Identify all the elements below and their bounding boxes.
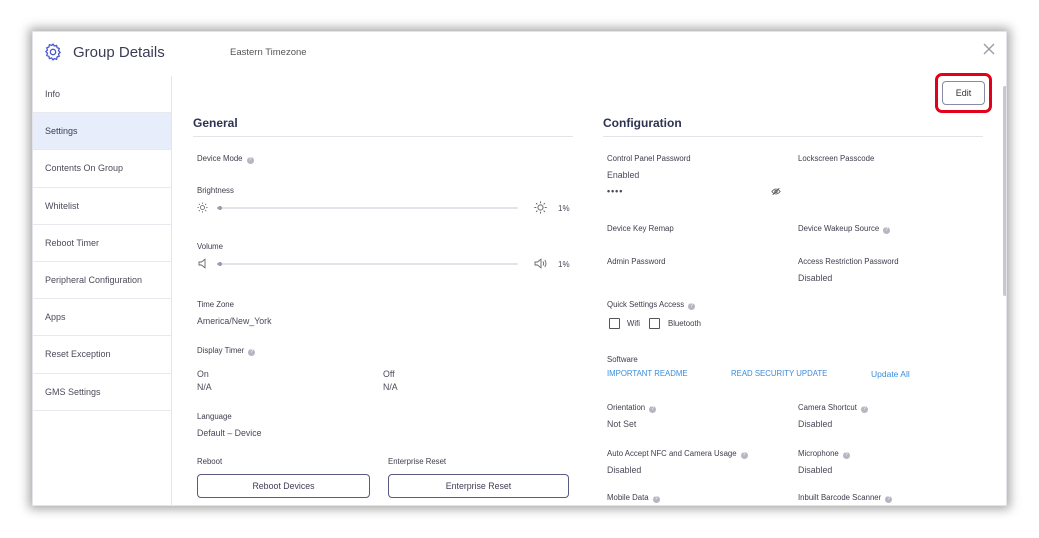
bluetooth-checkbox[interactable] (649, 318, 660, 329)
reboot-label: Reboot (197, 457, 223, 466)
general-section-title: General (193, 116, 238, 130)
orientation-label: Orientation? (607, 403, 657, 413)
help-icon[interactable]: ? (246, 157, 254, 164)
eye-slash-icon[interactable] (771, 187, 781, 196)
help-icon[interactable]: ? (842, 452, 850, 459)
gear-icon (44, 43, 62, 61)
device-key-remap-label: Device Key Remap (607, 224, 674, 233)
update-all-link[interactable]: Update All (871, 369, 910, 379)
microphone-label: Microphone? (798, 449, 850, 459)
sidebar-item-apps[interactable]: Apps (33, 299, 171, 337)
inbuilt-barcode-scanner-label: Inbuilt Barcode Scanner? (798, 493, 893, 503)
help-icon[interactable]: ? (860, 406, 868, 413)
configuration-divider (603, 136, 983, 137)
auto-accept-nfc-label: Auto Accept NFC and Camera Usage? (607, 449, 748, 459)
volume-value: 1% (558, 260, 570, 269)
speaker-icon (198, 258, 206, 269)
wifi-checkbox[interactable] (609, 318, 620, 329)
camera-shortcut-label: Camera Shortcut? (798, 403, 868, 413)
device-wakeup-source-label: Device Wakeup Source? (798, 224, 891, 234)
language-value: Default – Device (197, 428, 262, 438)
quick-settings-access-label: Quick Settings Access? (607, 300, 696, 310)
admin-password-label: Admin Password (607, 257, 666, 266)
help-icon[interactable]: ? (248, 349, 256, 356)
control-panel-password-label: Control Panel Password (607, 154, 691, 163)
sidebar-item-reset-exception[interactable]: Reset Exception (33, 336, 171, 374)
sidebar-item-contents-on-group[interactable]: Contents On Group (33, 150, 171, 188)
content-scrollbar[interactable] (1002, 86, 1006, 505)
mobile-data-label: Mobile Data? (607, 493, 660, 503)
sidebar-item-reboot-timer[interactable]: Reboot Timer (33, 225, 171, 262)
display-timer-on-value: N/A (197, 382, 212, 392)
edit-button[interactable]: Edit (942, 81, 985, 105)
volume-slider[interactable] (217, 262, 518, 266)
general-divider (193, 136, 573, 137)
display-timer-on-label: On (197, 369, 209, 379)
brightness-slider[interactable] (217, 206, 518, 210)
display-timer-off-value: N/A (383, 382, 398, 392)
volume-slider-thumb[interactable] (218, 262, 222, 266)
speaker-icon (534, 258, 547, 269)
lockscreen-passcode-label: Lockscreen Passcode (798, 154, 875, 163)
help-icon[interactable]: ? (688, 303, 696, 310)
display-timer-label: Display Timer? (197, 346, 256, 356)
help-icon[interactable]: ? (649, 406, 657, 413)
group-details-modal: Group Details Eastern Timezone Info Sett… (32, 31, 1007, 506)
sidebar-item-settings[interactable]: Settings (33, 113, 171, 151)
software-label: Software (607, 355, 638, 364)
brightness-label: Brightness (197, 186, 234, 195)
enterprise-reset-label: Enterprise Reset (388, 457, 447, 466)
help-icon[interactable]: ? (883, 227, 891, 234)
camera-shortcut-value: Disabled (798, 419, 833, 429)
access-restriction-password-value: Disabled (798, 273, 833, 283)
enterprise-reset-button[interactable]: Enterprise Reset (388, 474, 569, 498)
language-label: Language (197, 412, 232, 421)
scrollbar-thumb[interactable] (1003, 86, 1006, 296)
time-zone-value: America/New_York (197, 316, 272, 326)
header-timezone: Eastern Timezone (230, 47, 307, 58)
sidebar-item-gms-settings[interactable]: GMS Settings (33, 374, 171, 411)
modal-title: Group Details (73, 44, 165, 61)
help-icon[interactable]: ? (652, 496, 660, 503)
help-icon[interactable]: ? (740, 452, 748, 459)
sidebar-item-peripheral-configuration[interactable]: Peripheral Configuration (33, 262, 171, 300)
control-panel-password-status: Enabled (607, 170, 640, 180)
access-restriction-password-label: Access Restriction Password (798, 257, 899, 266)
configuration-section-title: Configuration (603, 116, 682, 130)
close-icon[interactable] (982, 42, 996, 56)
wifi-label: Wifi (627, 319, 640, 328)
microphone-value: Disabled (798, 465, 833, 475)
control-panel-password-value: •••• (607, 186, 624, 196)
orientation-value: Not Set (607, 419, 637, 429)
brightness-slider-thumb[interactable] (218, 206, 222, 210)
bluetooth-label: Bluetooth (668, 319, 701, 328)
auto-accept-nfc-value: Disabled (607, 465, 642, 475)
read-security-update-link[interactable]: READ SECURITY UPDATE (731, 369, 827, 378)
time-zone-label: Time Zone (197, 300, 234, 309)
volume-label: Volume (197, 242, 224, 251)
modal-header: Group Details Eastern Timezone (33, 32, 1006, 76)
sidebar-item-whitelist[interactable]: Whitelist (33, 188, 171, 225)
important-readme-link[interactable]: IMPORTANT README (607, 369, 688, 378)
brightness-value: 1% (558, 204, 570, 213)
sidebar-item-info[interactable]: Info (33, 76, 171, 114)
sun-icon (534, 201, 547, 214)
sun-icon (197, 202, 208, 213)
settings-content: Edit General Device Mode? Brightness 1% … (173, 73, 1006, 505)
reboot-devices-button[interactable]: Reboot Devices (197, 474, 370, 498)
sidebar: Info Settings Contents On Group Whitelis… (33, 76, 172, 505)
device-mode-label: Device Mode? (197, 154, 254, 164)
help-icon[interactable]: ? (885, 496, 893, 503)
display-timer-off-label: Off (383, 369, 395, 379)
